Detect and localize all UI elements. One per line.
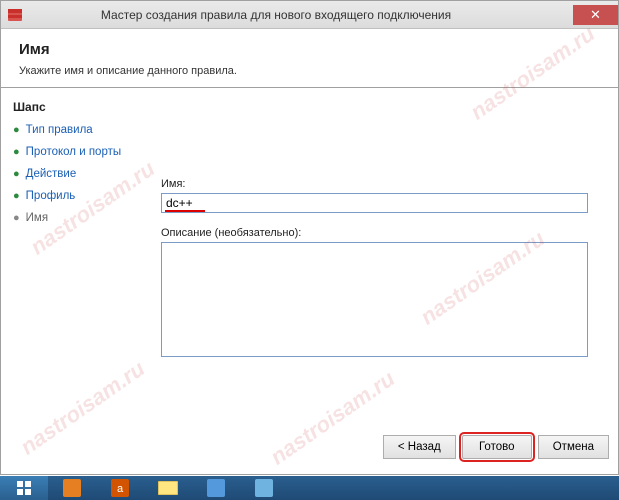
finish-button[interactable]: Готово xyxy=(462,435,532,459)
bullet-icon: ● xyxy=(13,146,20,158)
svg-text:a: a xyxy=(117,483,124,495)
sidebar-item-label: Имя xyxy=(26,212,48,224)
taskbar-app-5[interactable] xyxy=(240,476,288,500)
bullet-icon: ● xyxy=(13,124,20,136)
window-controls: ✕ xyxy=(573,5,618,25)
start-button[interactable] xyxy=(0,476,48,500)
sidebar-heading: Шапс xyxy=(13,100,148,114)
name-label: Имя: xyxy=(161,178,588,190)
page-title: Имя xyxy=(19,41,600,58)
bullet-icon: ● xyxy=(13,212,20,224)
wizard-body: Шапс ● Тип правила ● Протокол и порты ● Дей… xyxy=(1,88,618,474)
sidebar-item-label: Протокол и порты xyxy=(26,146,121,158)
name-field-wrap xyxy=(161,193,588,213)
window-title: Мастер создания правила для нового входя… xyxy=(0,8,573,22)
sidebar-item-rule-type[interactable]: ● Тип правила xyxy=(13,124,148,136)
sidebar-item-protocol[interactable]: ● Протокол и порты xyxy=(13,146,148,158)
sidebar-item-name[interactable]: ● Имя xyxy=(13,212,148,224)
page-subtitle: Укажите имя и описание данного правила. xyxy=(19,65,600,77)
wizard-footer: < Назад Готово Отмена xyxy=(383,425,609,469)
sidebar-item-label: Действие xyxy=(26,168,77,180)
wizard-content: Имя: Описание (необязательно): xyxy=(156,88,618,474)
taskbar-app-3[interactable] xyxy=(144,476,192,500)
close-button[interactable]: ✕ xyxy=(573,5,618,25)
wizard-window: Мастер создания правила для нового входя… xyxy=(0,0,619,475)
description-label: Описание (необязательно): xyxy=(161,227,588,239)
taskbar-app-4[interactable] xyxy=(192,476,240,500)
name-input[interactable] xyxy=(161,193,588,213)
bullet-icon: ● xyxy=(13,168,20,180)
sidebar-item-label: Тип правила xyxy=(26,124,93,136)
taskbar: a xyxy=(0,476,619,500)
bullet-icon: ● xyxy=(13,190,20,202)
sidebar-item-action[interactable]: ● Действие xyxy=(13,168,148,180)
taskbar-app-2[interactable]: a xyxy=(96,476,144,500)
wizard-sidebar: Шапс ● Тип правила ● Протокол и порты ● Дей… xyxy=(1,88,156,474)
wizard-header: Имя Укажите имя и описание данного прави… xyxy=(1,29,618,88)
cancel-button[interactable]: Отмена xyxy=(538,435,609,459)
description-input[interactable] xyxy=(161,242,588,357)
taskbar-app-1[interactable] xyxy=(48,476,96,500)
sidebar-item-profile[interactable]: ● Профиль xyxy=(13,190,148,202)
back-button[interactable]: < Назад xyxy=(383,435,456,459)
titlebar: Мастер создания правила для нового входя… xyxy=(1,1,618,29)
sidebar-item-label: Профиль xyxy=(26,190,76,202)
